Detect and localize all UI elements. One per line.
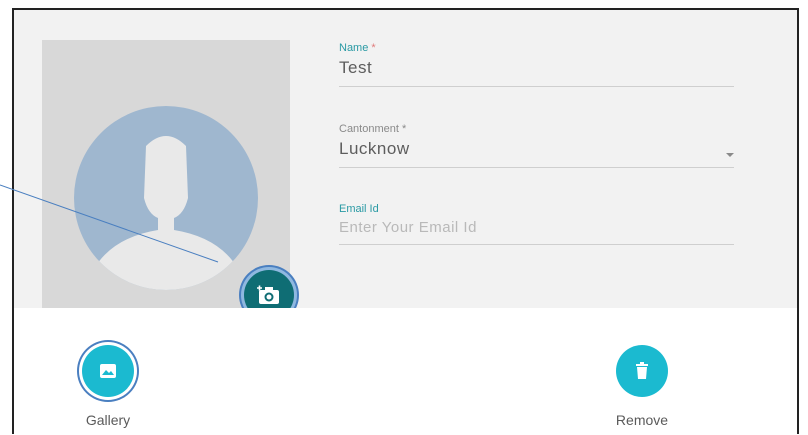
gallery-button-circle[interactable] [82, 345, 134, 397]
email-field[interactable]: Email Id Enter Your Email Id [339, 203, 734, 245]
name-field[interactable]: Name * Test [339, 42, 734, 87]
camera-add-icon [257, 285, 279, 304]
screen-frame: Name * Test Cantonment * Lucknow Email I… [12, 8, 799, 434]
remove-label: Remove [615, 412, 669, 428]
gallery-button[interactable]: Gallery [58, 345, 158, 428]
trash-icon [636, 362, 648, 379]
person-silhouette-icon [90, 136, 242, 290]
name-field-label: Name * [339, 42, 376, 54]
divider [339, 86, 734, 87]
profile-form-area: Name * Test Cantonment * Lucknow Email I… [14, 10, 797, 320]
divider [339, 167, 734, 168]
name-field-value[interactable]: Test [339, 58, 734, 78]
remove-button-circle[interactable] [616, 345, 668, 397]
dropdown-arrow-icon[interactable] [726, 153, 734, 157]
cantonment-select[interactable]: Cantonment * Lucknow [339, 123, 734, 168]
profile-photo-panel [42, 40, 294, 320]
image-icon [100, 364, 116, 378]
email-field-label: Email Id [339, 203, 379, 215]
cantonment-select-value[interactable]: Lucknow [339, 139, 734, 159]
divider [339, 244, 734, 245]
photo-options-sheet: Gallery Remove [14, 308, 797, 434]
gallery-label: Gallery [85, 412, 131, 428]
email-field-placeholder[interactable]: Enter Your Email Id [339, 219, 734, 236]
remove-button[interactable]: Remove [592, 345, 692, 428]
avatar [74, 106, 258, 290]
cantonment-select-label: Cantonment * [339, 123, 407, 135]
